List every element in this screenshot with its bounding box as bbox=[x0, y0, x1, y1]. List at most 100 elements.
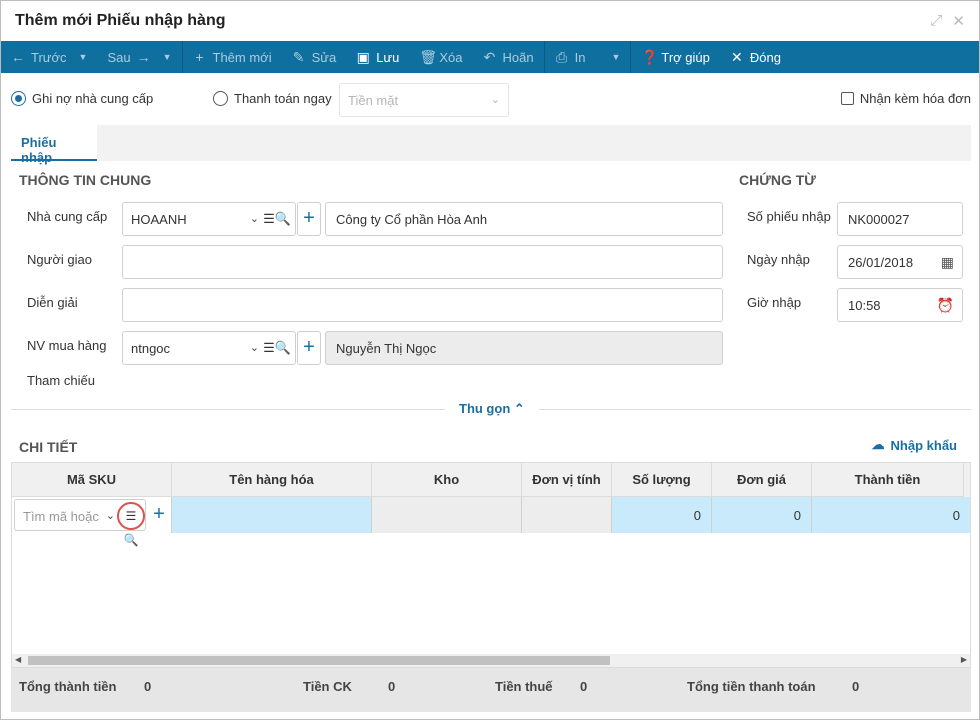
tax-value: 0 bbox=[580, 679, 588, 694]
discount-label: Tiền CK bbox=[303, 679, 352, 694]
voucher-number-field[interactable]: NK000027 bbox=[837, 202, 963, 236]
date-label: Ngày nhập bbox=[747, 252, 810, 267]
amount-cell: 0 bbox=[812, 497, 970, 533]
print-button[interactable]: ⎙ In ▼ bbox=[545, 41, 631, 73]
pay-now-radio[interactable]: Thanh toán ngay bbox=[213, 91, 332, 106]
close-button[interactable]: ✕ Đóng bbox=[720, 41, 791, 73]
scroll-right-icon[interactable]: ▶ bbox=[961, 655, 967, 664]
col-price[interactable]: Đơn giá bbox=[712, 463, 812, 497]
next-button[interactable]: Sau → ▼ bbox=[97, 41, 181, 73]
clock-icon[interactable]: ⏰ bbox=[937, 297, 954, 314]
save-button[interactable]: ▣ Lưu bbox=[346, 41, 409, 73]
expand-icon[interactable]: ⤢ bbox=[930, 12, 942, 30]
plus-icon: + bbox=[195, 49, 204, 65]
tab-bar: Phiếu nhập bbox=[11, 125, 971, 165]
dialog-window: Thêm mới Phiếu nhập hàng ⤢ ✕ ← Trước ▼ Sau… bbox=[0, 0, 980, 720]
total-value: 0 bbox=[144, 679, 152, 694]
grid-header: Mã SKU Tên hàng hóa Kho Đơn vị tính Số l… bbox=[12, 463, 964, 497]
col-amount[interactable]: Thành tiền bbox=[812, 463, 964, 497]
scroll-left-icon[interactable]: ◀ bbox=[15, 655, 21, 664]
discount-value: 0 bbox=[388, 679, 396, 694]
calendar-icon[interactable]: ▦ bbox=[941, 254, 954, 271]
supplier-name-field[interactable]: Công ty Cổ phần Hòa Anh bbox=[325, 202, 723, 236]
import-button[interactable]: ☁ Nhập khẩu bbox=[872, 437, 957, 453]
undo-button[interactable]: ↶ Hoãn bbox=[473, 41, 544, 73]
payment-options: Ghi nợ nhà cung cấp Thanh toán ngay Tiền… bbox=[11, 83, 971, 117]
help-icon: ❓ bbox=[641, 48, 659, 65]
supplier-combo[interactable]: HOAANH ⌄ ☰🔍 bbox=[122, 202, 296, 236]
add-button[interactable]: + Thêm mới bbox=[183, 41, 282, 73]
tab-phieu-nhap[interactable]: Phiếu nhập bbox=[11, 125, 97, 165]
time-field[interactable]: 10:58 ⏰ bbox=[837, 288, 963, 322]
printer-icon: ⎙ bbox=[555, 48, 568, 65]
buyer-name-field: Nguyễn Thị Ngọc bbox=[325, 331, 723, 365]
add-sku-button[interactable]: + bbox=[149, 499, 169, 529]
grand-total-label: Tổng tiền thanh toán bbox=[687, 679, 816, 694]
chevron-down-icon[interactable]: ▼ bbox=[163, 52, 172, 62]
scrollbar-thumb[interactable] bbox=[28, 656, 610, 665]
buyer-combo[interactable]: ntngoc ⌄ ☰🔍 bbox=[122, 331, 296, 365]
reference-label: Tham chiếu bbox=[27, 373, 95, 388]
toolbar: ← Trước ▼ Sau → ▼ + Thêm mới ✎ Sửa ▣ Lưu 🗑 Xóa ↶… bbox=[1, 41, 979, 73]
search-list-icon[interactable]: ☰🔍 bbox=[117, 502, 145, 547]
title-bar: Thêm mới Phiếu nhập hàng ⤢ ✕ bbox=[1, 1, 979, 41]
description-label: Diễn giải bbox=[27, 295, 78, 310]
close-icon[interactable]: ✕ bbox=[952, 12, 965, 30]
deliverer-field[interactable] bbox=[122, 245, 723, 279]
help-button[interactable]: ❓ Trợ giúp bbox=[631, 41, 720, 73]
description-field[interactable] bbox=[122, 288, 723, 322]
add-supplier-button[interactable]: + bbox=[297, 202, 321, 236]
sku-cell: Tìm mã hoặc ⌄ ☰🔍 + bbox=[12, 497, 172, 547]
pencil-icon: ✎ bbox=[292, 48, 305, 65]
save-icon: ▣ bbox=[356, 48, 370, 65]
search-list-icon[interactable]: ☰🔍 bbox=[263, 340, 291, 356]
debt-radio[interactable]: Ghi nợ nhà cung cấp bbox=[11, 91, 153, 106]
buyer-label: NV mua hàng bbox=[27, 338, 107, 353]
col-quantity[interactable]: Số lượng bbox=[612, 463, 712, 497]
total-label: Tổng thành tiền bbox=[19, 679, 117, 694]
col-warehouse[interactable]: Kho bbox=[372, 463, 522, 497]
vertical-scrollbar[interactable] bbox=[964, 463, 970, 497]
col-sku[interactable]: Mã SKU bbox=[12, 463, 172, 497]
voucher-section-title: CHỨNG TỪ bbox=[739, 172, 816, 188]
table-row: Tìm mã hoặc ⌄ ☰🔍 + 0 0 0 bbox=[12, 497, 970, 547]
voucher-number-label: Số phiếu nhập bbox=[747, 209, 831, 224]
invoice-checkbox[interactable]: Nhận kèm hóa đơn bbox=[840, 91, 971, 106]
col-product-name[interactable]: Tên hàng hóa bbox=[172, 463, 372, 497]
detail-section-title: CHI TIẾT bbox=[19, 439, 78, 455]
date-field[interactable]: 26/01/2018 ▦ bbox=[837, 245, 963, 279]
chevron-down-icon[interactable]: ⌄ bbox=[250, 212, 259, 225]
delete-button[interactable]: 🗑 Xóa bbox=[409, 41, 472, 73]
product-name-cell[interactable] bbox=[172, 497, 372, 533]
close-icon: ✕ bbox=[731, 48, 743, 65]
arrow-left-icon: ← bbox=[11, 49, 25, 65]
trash-icon: 🗑 bbox=[419, 48, 438, 65]
prev-button[interactable]: ← Trước ▼ bbox=[1, 41, 97, 73]
price-cell[interactable]: 0 bbox=[712, 497, 812, 533]
totals-bar: Tổng thành tiền 0 Tiền CK 0 Tiền thuế 0 … bbox=[11, 668, 971, 712]
supplier-label: Nhà cung cấp bbox=[27, 209, 108, 224]
cloud-download-icon: ☁ bbox=[871, 437, 885, 452]
sku-search-input[interactable]: Tìm mã hoặc ⌄ ☰🔍 bbox=[14, 499, 146, 547]
tax-label: Tiền thuế bbox=[495, 679, 553, 694]
arrow-right-icon: → bbox=[136, 49, 151, 65]
search-list-icon[interactable]: ☰🔍 bbox=[263, 211, 291, 227]
undo-icon: ↶ bbox=[483, 48, 496, 65]
edit-button[interactable]: ✎ Sửa bbox=[282, 41, 347, 73]
deliverer-label: Người giao bbox=[27, 252, 92, 267]
unit-cell bbox=[522, 497, 612, 533]
detail-grid: Mã SKU Tên hàng hóa Kho Đơn vị tính Số l… bbox=[11, 462, 971, 668]
window-title: Thêm mới Phiếu nhập hàng bbox=[15, 12, 226, 29]
collapse-toggle[interactable]: Thu gọn ⌃ bbox=[445, 401, 539, 417]
chevron-down-icon[interactable]: ▼ bbox=[79, 52, 88, 62]
quantity-cell[interactable]: 0 bbox=[612, 497, 712, 533]
time-label: Giờ nhập bbox=[747, 295, 802, 310]
chevron-down-icon[interactable]: ▼ bbox=[611, 52, 620, 62]
add-buyer-button[interactable]: + bbox=[297, 331, 321, 365]
chevron-down-icon[interactable]: ⌄ bbox=[106, 509, 115, 522]
grand-total-value: 0 bbox=[852, 679, 860, 694]
col-unit[interactable]: Đơn vị tính bbox=[522, 463, 612, 497]
chevron-down-icon[interactable]: ⌄ bbox=[250, 341, 259, 354]
warehouse-cell bbox=[372, 497, 522, 533]
horizontal-scrollbar[interactable]: ◀ ▶ bbox=[12, 654, 970, 667]
